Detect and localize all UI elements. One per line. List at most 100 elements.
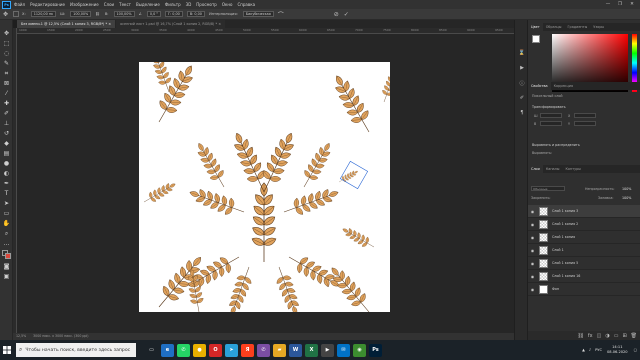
task-view-icon[interactable]: ▭ [145, 343, 158, 357]
marquee-tool-icon[interactable]: ⬚ [2, 39, 11, 48]
maximize-button[interactable]: ❐ [614, 0, 626, 9]
quick-mask-icon[interactable]: ◙ [2, 262, 11, 271]
rectangle-tool-icon[interactable]: ▭ [2, 209, 11, 218]
y-input[interactable] [574, 121, 596, 126]
visibility-eye-icon[interactable]: ◉ [528, 235, 537, 240]
layer-row[interactable]: ◉ Слой 1 копия 2 [528, 218, 640, 231]
menu-help[interactable]: Справка [237, 2, 255, 7]
link-layers-icon[interactable]: ⛓ [578, 333, 584, 339]
explorer-icon[interactable]: ▰ [273, 343, 286, 357]
word-icon[interactable]: W [289, 343, 302, 357]
layer-row[interactable]: ◉ Слой 1 копия 5 [528, 257, 640, 270]
screen-mode-icon[interactable]: ▣ [2, 272, 11, 281]
info-panel-icon[interactable]: ⓘ [518, 80, 526, 87]
windows-start-button[interactable] [0, 340, 14, 360]
menu-view[interactable]: Просмотр [196, 2, 217, 7]
tab-patterns[interactable]: Узоры [590, 23, 607, 31]
width-input[interactable] [540, 113, 562, 118]
menu-file[interactable]: Файл [14, 2, 25, 7]
document-canvas[interactable] [139, 62, 390, 312]
layer-row[interactable]: ◉ Слой 1 копия 3 [528, 205, 640, 218]
volume-icon[interactable]: ♪ [589, 348, 591, 352]
move-tool-icon[interactable]: ✥ [2, 29, 11, 38]
layer-row[interactable]: ◉ Слой 1 копия 16 [528, 270, 640, 283]
commit-transform-icon[interactable]: ✓ [344, 11, 349, 18]
chrome2-icon[interactable]: ◉ [353, 343, 366, 357]
zoom-tool-icon[interactable]: ⌕ [2, 229, 11, 238]
tab-paths[interactable]: Контуры [562, 165, 584, 173]
taskbar-search-box[interactable]: ⌕ Чтобы начать поиск, введите здесь запр… [16, 343, 136, 357]
menu-window[interactable]: Окно [222, 2, 233, 7]
lasso-tool-icon[interactable]: ◌ [2, 49, 11, 58]
quick-select-tool-icon[interactable]: ✎ [2, 59, 11, 68]
menu-edit[interactable]: Редактирование [30, 2, 65, 7]
paragraph-panel-icon[interactable]: ¶ [518, 110, 526, 117]
mask-icon[interactable]: ◫ [597, 333, 602, 339]
layer-row[interactable]: ◉ Фон [528, 283, 640, 296]
menu-3d[interactable]: 3D [186, 2, 192, 7]
background-color-swatch[interactable] [5, 253, 11, 259]
menu-filter[interactable]: Фильтр [165, 2, 181, 7]
pen-tool-icon[interactable]: ✒ [2, 179, 11, 188]
menu-select[interactable]: Выделение [136, 2, 160, 7]
yandex-icon[interactable]: Я [241, 343, 254, 357]
clock[interactable]: 14:11 08.06.2020 [607, 345, 628, 355]
tab-untitled-1[interactable]: Без имени-1 @ 12,5% (Слой 1 копия 3, RGB… [17, 20, 116, 28]
width-field[interactable]: 100,00% [70, 11, 92, 17]
history-brush-icon[interactable]: ↺ [2, 129, 11, 138]
height-input[interactable] [540, 121, 562, 126]
layer-row[interactable]: ◉ Слой 1 [528, 244, 640, 257]
blend-mode-select[interactable]: Обычные [531, 186, 565, 191]
menu-layers[interactable]: Слои [104, 2, 114, 7]
viber-icon[interactable]: ✆ [257, 343, 270, 357]
tab-autumn-leaf[interactable]: осенний лист 1.psd @ 16,7% (Слой 1 копия… [116, 20, 226, 28]
tab-color[interactable]: Цвет [528, 23, 543, 31]
telegram-icon[interactable]: ➤ [225, 343, 238, 357]
tab-channels[interactable]: Каналы [543, 165, 563, 173]
link-icon[interactable]: ⛓ [95, 12, 100, 16]
more-tools-icon[interactable]: … [2, 239, 11, 248]
type-tool-icon[interactable]: T [2, 189, 11, 198]
cancel-transform-icon[interactable]: ⊘ [334, 11, 339, 18]
path-select-icon[interactable]: ➤ [2, 199, 11, 208]
whatsapp-icon[interactable]: ✆ [177, 343, 190, 357]
layer-style-icon[interactable]: fx [588, 333, 593, 339]
stamp-tool-icon[interactable]: ⊥ [2, 119, 11, 128]
v-skew-field[interactable]: В: 0,00 [186, 11, 205, 17]
transform-section-title[interactable]: Трансформировать [532, 105, 566, 109]
crop-tool-icon[interactable]: ⌗ [2, 69, 11, 78]
blur-tool-icon[interactable]: ● [2, 159, 11, 168]
menu-image[interactable]: Изображение [70, 2, 99, 7]
layer-row[interactable]: ◉ Слой 1 копия [528, 231, 640, 244]
delete-layer-icon[interactable]: 🗑 [631, 333, 637, 339]
close-window-button[interactable]: ✕ [626, 0, 638, 9]
tab-adjustments[interactable]: Коррекция [551, 82, 576, 90]
height-field[interactable]: 100,00% [113, 11, 135, 17]
network-icon[interactable]: ▲ [582, 348, 585, 352]
photoshop-icon[interactable]: Ps [369, 343, 382, 357]
tab-layers[interactable]: Слои [528, 165, 543, 173]
visibility-eye-icon[interactable]: ◉ [528, 248, 537, 253]
opera-icon[interactable]: O [209, 343, 222, 357]
x-input[interactable] [574, 113, 596, 118]
interpolation-select[interactable]: Бикубическая [242, 11, 274, 17]
eyedropper-tool-icon[interactable]: ⁄ [2, 89, 11, 98]
mail-icon[interactable]: ✉ [337, 343, 350, 357]
visibility-eye-icon[interactable]: ◉ [528, 222, 537, 227]
media-icon[interactable]: ▶ [321, 343, 334, 357]
tab-swatches[interactable]: Образцы [543, 23, 565, 31]
visibility-eye-icon[interactable]: ◉ [528, 261, 537, 266]
brush-panel-icon[interactable]: ✐ [518, 95, 526, 102]
notifications-icon[interactable]: ▢ [634, 348, 637, 352]
edge-icon[interactable]: e [161, 343, 174, 357]
gradient-tool-icon[interactable]: ▤ [2, 149, 11, 158]
visibility-eye-icon[interactable]: ◉ [528, 209, 537, 214]
group-icon[interactable]: ▭ [614, 333, 619, 339]
eraser-tool-icon[interactable]: ◆ [2, 139, 11, 148]
visibility-eye-icon[interactable]: ◉ [528, 287, 537, 292]
opacity-value[interactable]: 100% [622, 187, 631, 191]
hand-tool-icon[interactable]: ✋ [2, 219, 11, 228]
new-layer-icon[interactable]: ⊞ [622, 333, 626, 339]
x-field[interactable]: 1120,00 пк [30, 11, 57, 17]
chrome-icon[interactable]: ● [193, 343, 206, 357]
